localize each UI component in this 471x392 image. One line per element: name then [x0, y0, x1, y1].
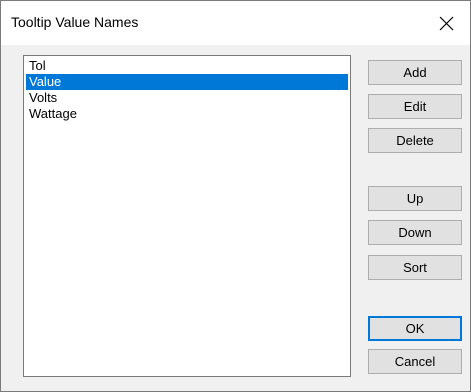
window-title: Tooltip Value Names	[11, 14, 139, 30]
tooltip-value-names-dialog: Tooltip Value Names Tol Value Volts Watt…	[0, 0, 471, 392]
title-bar[interactable]: Tooltip Value Names	[1, 1, 470, 45]
close-button[interactable]	[424, 1, 470, 45]
delete-button[interactable]: Delete	[368, 128, 462, 153]
add-button[interactable]: Add	[368, 60, 462, 85]
list-item-wattage[interactable]: Wattage	[26, 106, 348, 122]
edit-button[interactable]: Edit	[368, 94, 462, 119]
sort-button[interactable]: Sort	[368, 255, 462, 280]
down-button[interactable]: Down	[368, 220, 462, 245]
up-button[interactable]: Up	[368, 186, 462, 211]
list-item-volts[interactable]: Volts	[26, 90, 348, 106]
cancel-button[interactable]: Cancel	[368, 349, 462, 374]
list-item-value[interactable]: Value	[26, 74, 348, 90]
list-item-tol[interactable]: Tol	[26, 58, 348, 74]
ok-button[interactable]: OK	[368, 316, 462, 341]
close-icon	[439, 16, 454, 31]
value-names-listbox[interactable]: Tol Value Volts Wattage	[23, 55, 351, 377]
